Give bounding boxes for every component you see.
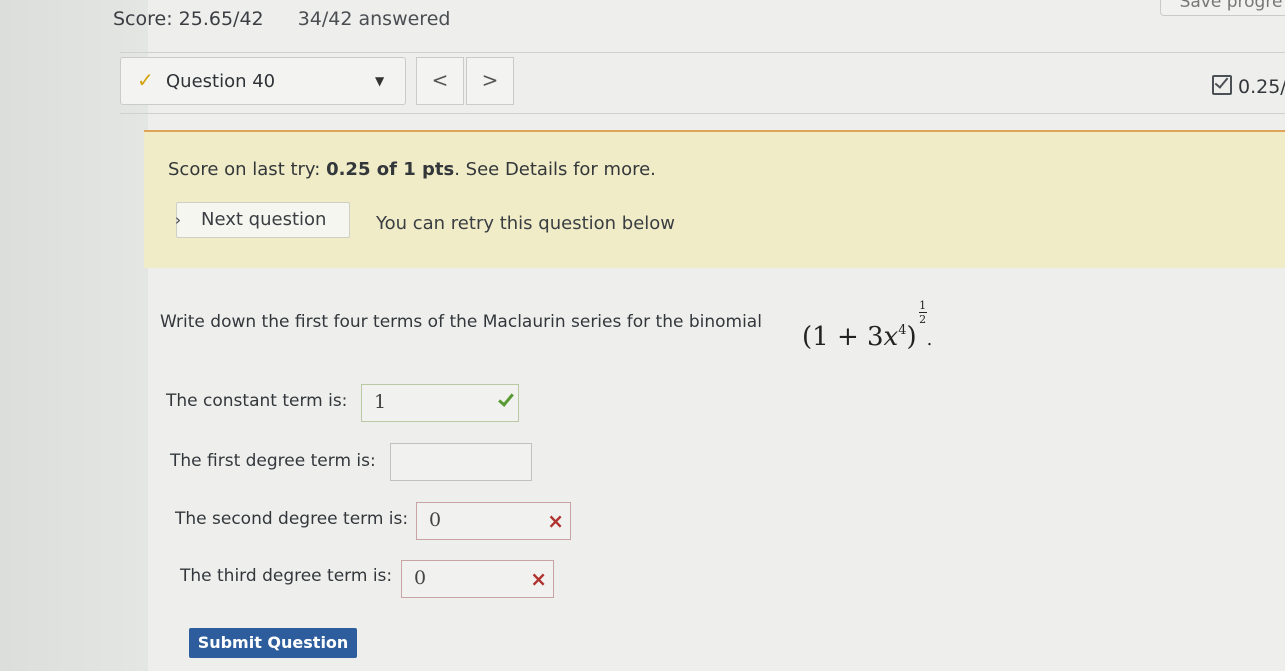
correct-check-icon (496, 393, 512, 407)
last-try-score: Score on last try: 0.25 of 1 pts. See De… (168, 159, 656, 180)
last-try-banner: Score on last try: 0.25 of 1 pts. See De… (144, 130, 1285, 268)
wrong-x-icon: × (530, 567, 547, 591)
second-degree-term-label: The second degree term is: (175, 509, 409, 529)
first-degree-term-label: The first degree term is: (170, 451, 376, 471)
score-header: Score: 25.65/42 34/42 answered (113, 8, 450, 30)
wrong-x-icon: × (547, 509, 564, 533)
question-score: 0.25/ (1212, 75, 1285, 98)
question-navigation: ✓ Question 40 ▼ < > (120, 52, 1285, 114)
next-question-label: Next question (201, 209, 327, 230)
retry-message: You can retry this question below (376, 213, 676, 234)
first-degree-term-input[interactable] (390, 443, 532, 481)
question-prompt: Write down the first four terms of the M… (160, 312, 762, 332)
constant-term-label: The constant term is: (166, 391, 348, 411)
checkbox-icon (1212, 75, 1232, 95)
caret-down-icon: ▼ (375, 74, 385, 88)
binomial-expression: (1 + 3x4) 1 2. (802, 299, 933, 352)
second-degree-term-input[interactable]: 0 × (416, 502, 571, 540)
answered-count: 34/42 answered (297, 8, 451, 30)
constant-term-input[interactable]: 1 (361, 384, 519, 422)
chevron-right-icon: › (175, 211, 181, 229)
exponent-fraction: 12 (918, 299, 927, 326)
third-degree-term-input[interactable]: 0 × (401, 560, 554, 598)
third-degree-term-label: The third degree term is: (180, 566, 393, 586)
question-select[interactable]: ✓ Question 40 ▼ (120, 57, 406, 105)
submit-question-button[interactable]: Submit Question (189, 628, 357, 658)
last-try-score-value: 0.25 of 1 pts (326, 159, 455, 180)
previous-question-button[interactable]: < (416, 57, 464, 105)
question-select-label: Question 40 (166, 71, 276, 92)
save-progress-button[interactable]: Save progre (1160, 0, 1285, 16)
next-question-arrow-button[interactable]: > (466, 57, 514, 105)
question-score-value: 0.25/ (1238, 76, 1285, 98)
next-question-button[interactable]: › Next question (175, 202, 350, 238)
pencil-check-icon: ✓ (137, 68, 154, 92)
total-score: Score: 25.65/42 (113, 8, 264, 30)
